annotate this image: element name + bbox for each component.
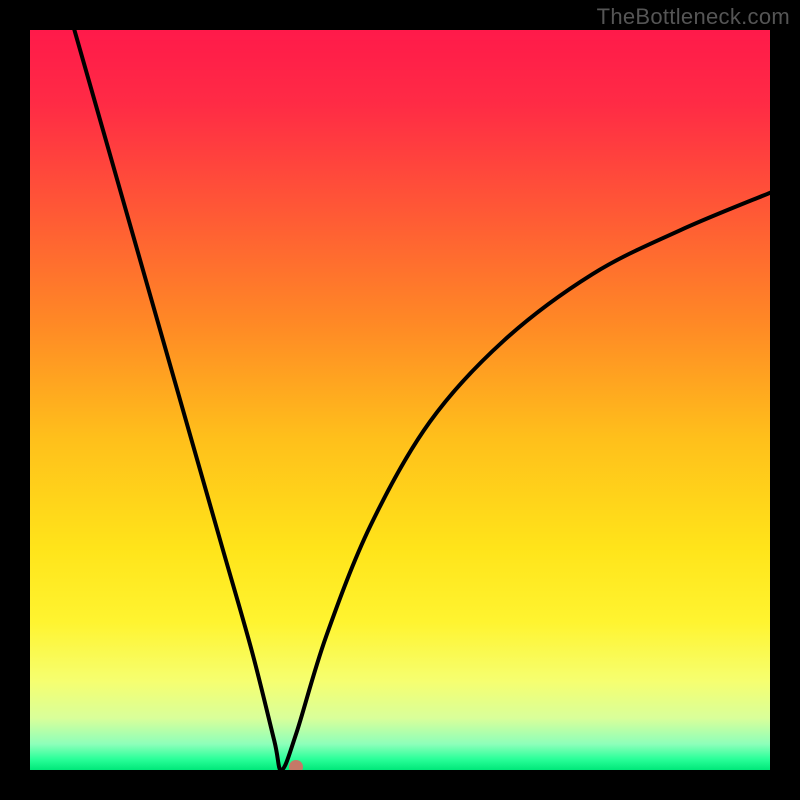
bottleneck-curve (30, 30, 770, 770)
minimum-marker (289, 760, 303, 770)
plot-area (30, 30, 770, 770)
chart-frame: TheBottleneck.com (0, 0, 800, 800)
watermark-text: TheBottleneck.com (597, 4, 790, 30)
